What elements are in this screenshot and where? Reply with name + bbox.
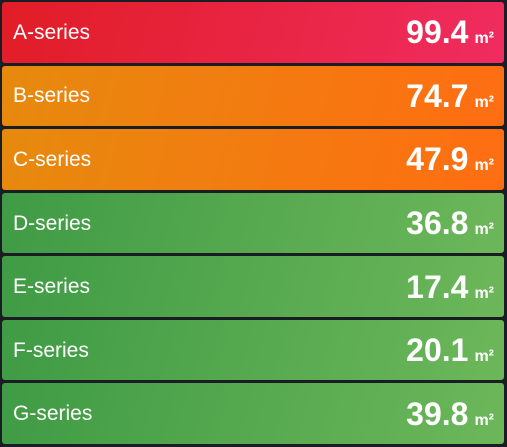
series-unit: m² bbox=[474, 30, 494, 48]
series-value: 39.8 bbox=[406, 395, 469, 432]
series-label: B-series bbox=[13, 84, 91, 108]
stat-row-c-series: C-series 47.9 m² bbox=[2, 129, 504, 190]
series-unit: m² bbox=[474, 348, 494, 366]
series-value-group: 17.4 m² bbox=[406, 271, 494, 303]
series-label: D-series bbox=[13, 211, 92, 235]
stat-row-a-series: A-series 99.4 m² bbox=[2, 2, 504, 63]
series-value-group: 74.7 m² bbox=[406, 80, 494, 112]
series-value: 99.4 bbox=[406, 14, 469, 51]
stat-row-g-series: G-series 39.8 m² bbox=[2, 383, 504, 445]
series-label: A-series bbox=[13, 20, 91, 44]
series-value-group: 47.9 m² bbox=[406, 143, 494, 175]
stat-row-e-series: E-series 17.4 m² bbox=[2, 256, 504, 317]
series-value: 74.7 bbox=[406, 77, 469, 114]
stat-panel: A-series 99.4 m² B-series 74.7 m² C-seri… bbox=[0, 0, 507, 447]
series-value: 17.4 bbox=[406, 268, 469, 305]
series-label: F-series bbox=[13, 338, 89, 362]
series-label: C-series bbox=[13, 147, 92, 171]
series-unit: m² bbox=[474, 221, 494, 239]
stat-row-f-series: F-series 20.1 m² bbox=[2, 319, 504, 381]
series-label: E-series bbox=[13, 275, 91, 299]
stat-row-d-series: D-series 36.8 m² bbox=[2, 192, 504, 254]
series-unit: m² bbox=[474, 284, 494, 302]
series-label: G-series bbox=[13, 402, 93, 426]
series-value-group: 20.1 m² bbox=[406, 334, 494, 366]
series-value: 36.8 bbox=[406, 205, 469, 242]
series-value: 47.9 bbox=[406, 141, 469, 178]
series-unit: m² bbox=[474, 157, 494, 175]
series-unit: m² bbox=[474, 93, 494, 111]
series-value-group: 39.8 m² bbox=[406, 398, 494, 430]
stat-row-b-series: B-series 74.7 m² bbox=[2, 65, 504, 127]
series-unit: m² bbox=[474, 411, 494, 429]
series-value: 20.1 bbox=[406, 332, 469, 369]
series-value-group: 36.8 m² bbox=[406, 207, 494, 239]
series-value-group: 99.4 m² bbox=[406, 16, 494, 48]
